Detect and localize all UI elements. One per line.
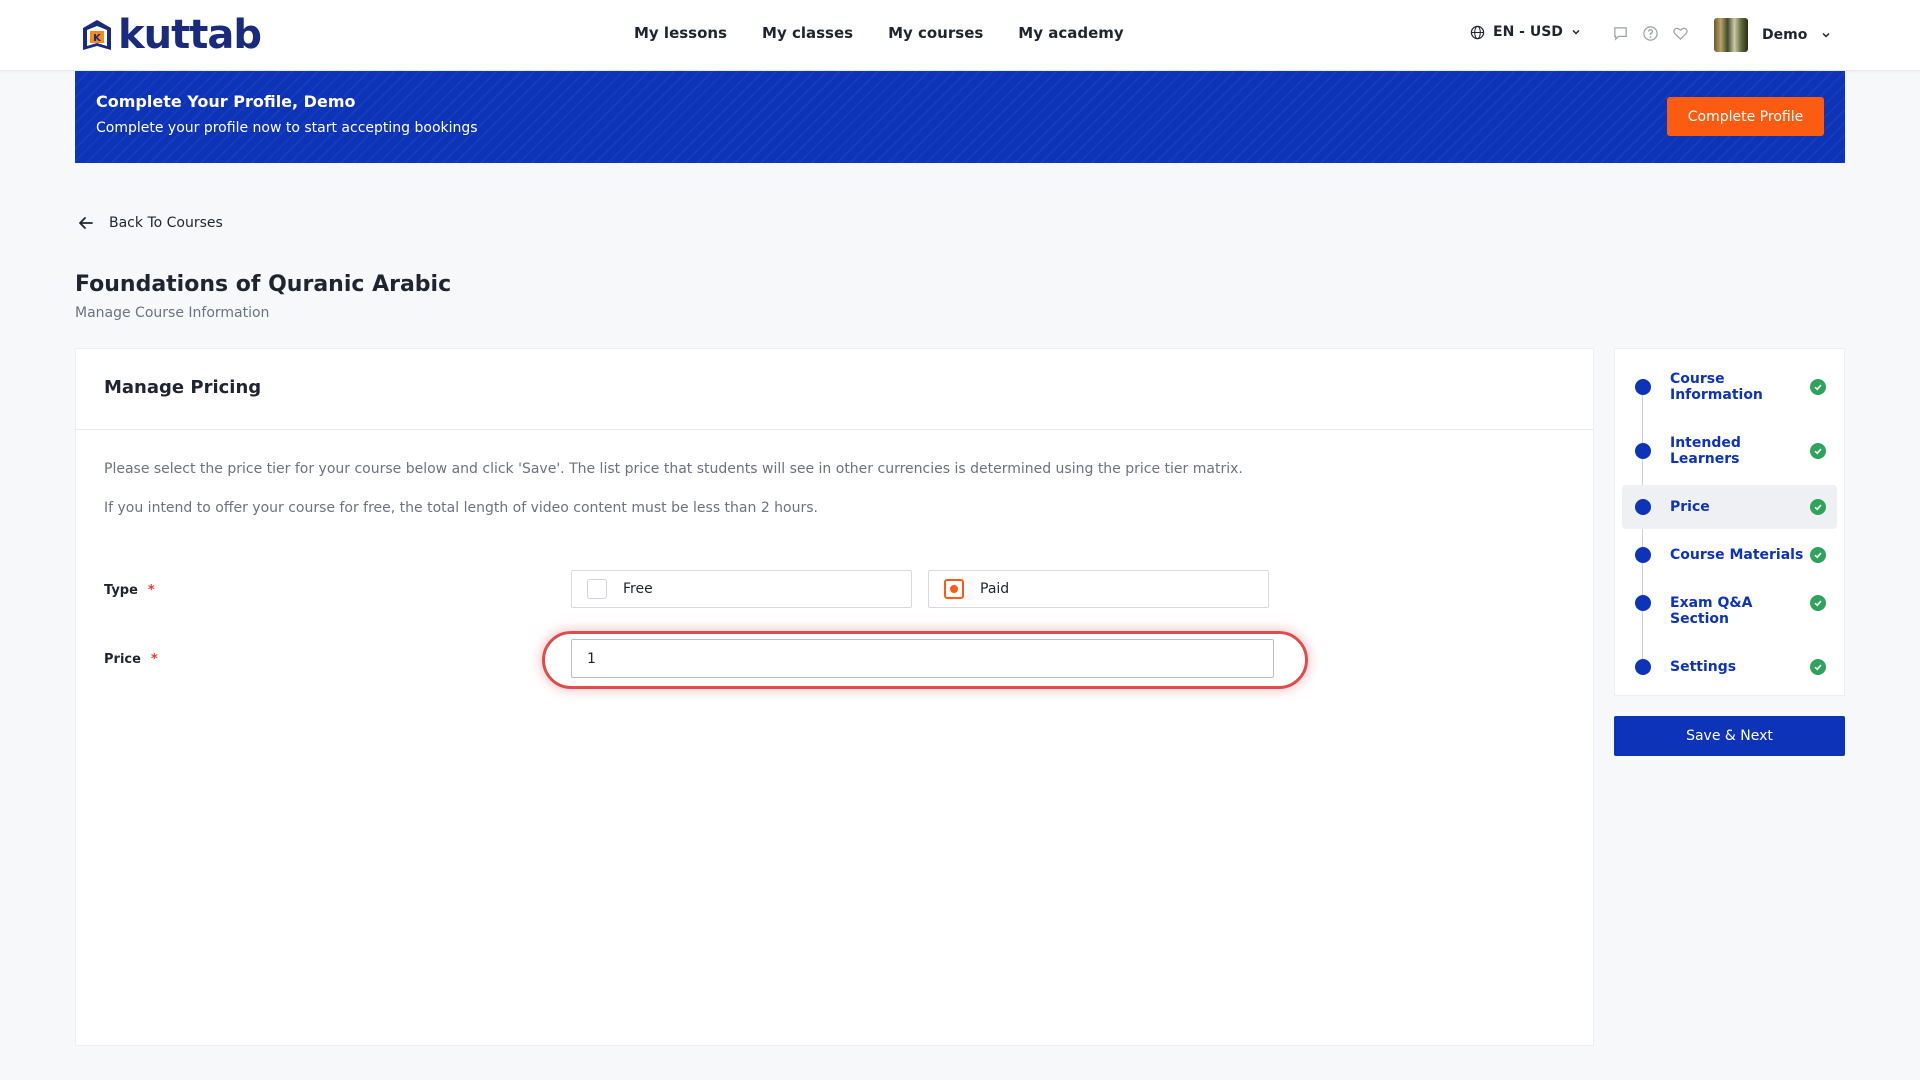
free-checkbox[interactable] bbox=[587, 579, 607, 599]
top-navbar: K kuttab My lessons My classes My course… bbox=[0, 0, 1920, 71]
complete-profile-button[interactable]: Complete Profile bbox=[1667, 97, 1824, 136]
check-icon bbox=[1810, 499, 1826, 515]
check-icon bbox=[1810, 547, 1826, 563]
step-course-materials[interactable]: Course Materials bbox=[1622, 539, 1837, 571]
language-currency-selector[interactable]: EN - USD bbox=[1470, 24, 1581, 40]
type-label-text: Type bbox=[104, 583, 138, 598]
free-option-label: Free bbox=[623, 581, 653, 597]
check-icon bbox=[1810, 379, 1826, 395]
manage-pricing-card: Manage Pricing Please select the price t… bbox=[75, 348, 1594, 1046]
step-dot bbox=[1635, 547, 1651, 563]
price-label-text: Price bbox=[104, 652, 141, 667]
price-label: Price * bbox=[104, 652, 158, 667]
course-steps-sidebar: Course Information Intended Learners Pri… bbox=[1614, 348, 1845, 696]
required-mark: * bbox=[150, 652, 158, 667]
page-title: Foundations of Quranic Arabic bbox=[75, 272, 452, 297]
step-label: Course Materials bbox=[1670, 547, 1804, 563]
paid-checkbox[interactable] bbox=[944, 579, 964, 599]
step-intended-learners[interactable]: Intended Learners bbox=[1622, 427, 1837, 475]
main-nav: My lessons My classes My courses My acad… bbox=[634, 24, 1124, 42]
type-label: Type * bbox=[104, 583, 155, 598]
logo-book-icon: K bbox=[83, 20, 111, 50]
avatar bbox=[1714, 18, 1748, 52]
required-mark: * bbox=[147, 583, 155, 598]
step-label: Exam Q&A Section bbox=[1670, 595, 1753, 627]
step-dot bbox=[1635, 443, 1651, 459]
step-course-information[interactable]: Course Information bbox=[1622, 363, 1837, 411]
card-title: Manage Pricing bbox=[104, 377, 262, 398]
price-input[interactable] bbox=[571, 639, 1274, 678]
check-icon bbox=[1810, 659, 1826, 675]
nav-my-lessons[interactable]: My lessons bbox=[634, 24, 727, 42]
user-name: Demo bbox=[1762, 27, 1808, 43]
step-dot bbox=[1635, 379, 1651, 395]
paid-option-label: Paid bbox=[980, 581, 1010, 597]
step-label: Price bbox=[1670, 499, 1710, 515]
pricing-description: Please select the price tier for your co… bbox=[104, 461, 1243, 477]
globe-icon bbox=[1470, 25, 1485, 39]
header-icons bbox=[1612, 25, 1690, 43]
check-icon bbox=[1810, 595, 1826, 611]
complete-profile-banner: Complete Your Profile, Demo Complete you… bbox=[75, 71, 1845, 163]
chat-icon[interactable] bbox=[1612, 25, 1630, 43]
step-dot bbox=[1635, 595, 1651, 611]
chevron-down-icon bbox=[1822, 32, 1830, 38]
type-option-paid[interactable]: Paid bbox=[928, 570, 1269, 608]
svg-text:K: K bbox=[93, 33, 102, 44]
step-settings[interactable]: Settings bbox=[1622, 651, 1837, 683]
save-and-next-button[interactable]: Save & Next bbox=[1614, 716, 1845, 756]
free-course-note: If you intend to offer your course for f… bbox=[104, 500, 818, 516]
language-label: EN - USD bbox=[1493, 24, 1563, 40]
heart-icon[interactable] bbox=[1672, 25, 1690, 43]
step-label: Settings bbox=[1670, 659, 1737, 675]
back-link-label: Back To Courses bbox=[109, 215, 223, 231]
user-menu[interactable]: Demo bbox=[1714, 18, 1831, 52]
nav-my-academy[interactable]: My academy bbox=[1018, 24, 1123, 42]
back-to-courses-link[interactable]: Back To Courses bbox=[77, 214, 223, 232]
step-label: Course Information bbox=[1670, 371, 1763, 403]
check-icon bbox=[1810, 443, 1826, 459]
step-price[interactable]: Price bbox=[1622, 485, 1837, 529]
type-option-free[interactable]: Free bbox=[571, 570, 912, 608]
page-subtitle: Manage Course Information bbox=[75, 305, 270, 321]
chevron-down-icon bbox=[1572, 29, 1580, 35]
banner-title: Complete Your Profile, Demo bbox=[96, 92, 356, 111]
step-exam-qa-section[interactable]: Exam Q&A Section bbox=[1622, 587, 1837, 635]
banner-subtitle: Complete your profile now to start accep… bbox=[96, 120, 478, 136]
card-header: Manage Pricing bbox=[76, 349, 1593, 430]
step-label: Intended Learners bbox=[1670, 435, 1741, 467]
kuttab-logo[interactable]: K kuttab bbox=[78, 12, 262, 58]
step-dot bbox=[1635, 499, 1651, 515]
step-dot bbox=[1635, 659, 1651, 675]
arrow-left-icon bbox=[79, 217, 93, 229]
help-icon[interactable] bbox=[1642, 25, 1660, 43]
nav-my-courses[interactable]: My courses bbox=[888, 24, 983, 42]
nav-my-classes[interactable]: My classes bbox=[762, 24, 853, 42]
logo-text: kuttab bbox=[118, 12, 262, 58]
